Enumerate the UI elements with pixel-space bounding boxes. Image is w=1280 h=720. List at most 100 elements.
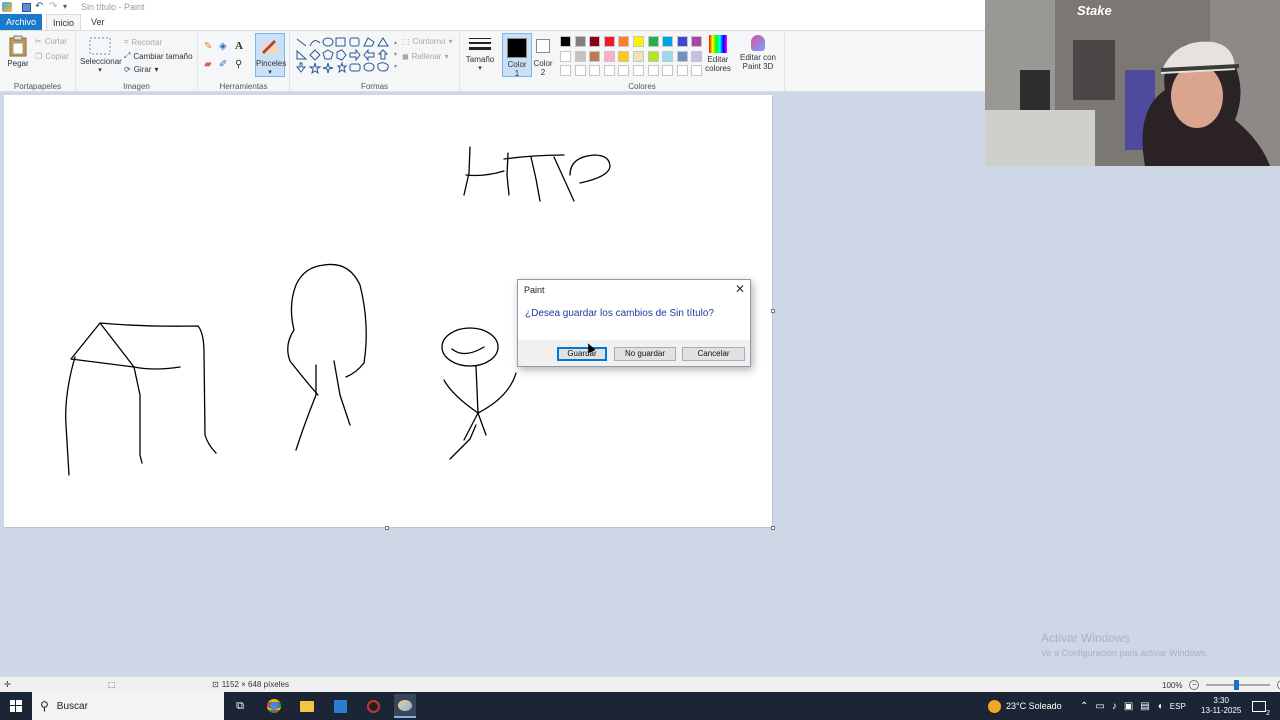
palette-swatch[interactable]	[633, 36, 644, 47]
dialog-close-icon[interactable]: ✕	[735, 282, 745, 296]
cut-button[interactable]: ✂ Cortar	[35, 37, 67, 46]
paste-button[interactable]: Pegar	[4, 35, 32, 68]
resize-button[interactable]: ⤢ Cambiar tamaño	[124, 51, 193, 61]
eraser-icon[interactable]: ▰	[204, 59, 212, 70]
palette-swatch[interactable]	[589, 36, 601, 47]
task-view-icon[interactable]: ⧉	[230, 696, 250, 716]
magnifier-icon[interactable]: ⚲	[235, 59, 242, 70]
taskbar-search[interactable]: ⚲ Buscar	[32, 692, 224, 720]
fill-button[interactable]: ◼ Rellenar ▾	[402, 52, 448, 61]
start-button[interactable]	[6, 696, 26, 716]
clock[interactable]: 3:30 13-11-2025	[1201, 692, 1241, 720]
paint3d-button[interactable]: Editar con Paint 3D	[738, 35, 778, 71]
tab-file[interactable]: Archivo	[0, 14, 43, 30]
shapes-gallery[interactable]	[294, 37, 394, 77]
palette-swatch[interactable]	[633, 65, 644, 76]
palette-swatch[interactable]	[589, 50, 601, 62]
cancel-button[interactable]: Cancelar	[682, 347, 745, 361]
crop-button[interactable]: ⌗ Recortar	[124, 37, 162, 47]
palette-swatch[interactable]	[691, 36, 703, 47]
palette-swatch[interactable]	[618, 65, 630, 76]
customize-quick-access-icon[interactable]: ▾	[63, 2, 73, 12]
text-icon[interactable]: A	[235, 40, 243, 52]
battery-icon[interactable]: ▭	[1095, 701, 1104, 712]
color-picker-icon[interactable]: ✐	[219, 59, 227, 70]
outline-button[interactable]: ⬚ Contorno ▾	[402, 37, 453, 46]
notification-center[interactable]: 2	[1252, 692, 1270, 720]
redo-icon[interactable]: ↷	[49, 2, 59, 12]
palette-swatch[interactable]	[618, 36, 630, 47]
pencil-icon[interactable]: ✎	[204, 41, 212, 52]
palette-swatch[interactable]	[647, 65, 659, 76]
select-button[interactable]: Seleccionar ▾	[80, 37, 122, 74]
palette-swatch[interactable]	[676, 50, 688, 62]
palette-swatch[interactable]	[691, 65, 703, 76]
size-button[interactable]: Tamaño ▾	[464, 37, 496, 72]
rotate-button[interactable]: ⟳ Girar ▾	[124, 65, 159, 74]
palette-swatch[interactable]	[633, 50, 644, 62]
volume-icon[interactable]: ◖	[1157, 701, 1163, 712]
palette-swatch[interactable]	[662, 65, 674, 76]
obs-icon[interactable]	[363, 696, 383, 716]
colors-group: Color 1 Color 2 Editar colores Editar co…	[500, 31, 785, 92]
undo-icon[interactable]: ↶	[35, 2, 45, 12]
color1-button[interactable]: Color 1	[502, 33, 532, 78]
fill-dropdown-icon: ▾	[444, 52, 449, 61]
palette-swatch[interactable]	[603, 50, 615, 62]
image-group: Seleccionar ▾ ⌗ Recortar ⤢ Cambiar tamaño …	[76, 31, 198, 92]
weather-widget[interactable]: 23°C Soleado	[988, 692, 1062, 720]
dialog-title: Paint	[524, 285, 545, 295]
copy-button[interactable]: ❐ Copiar	[35, 52, 69, 61]
palette-swatch[interactable]	[589, 65, 601, 76]
palette-swatch[interactable]	[647, 50, 659, 62]
zoom-slider-thumb[interactable]	[1234, 680, 1240, 690]
shapes-scroll[interactable]: ▴ ▾ ▾	[394, 37, 397, 73]
screen-icon[interactable]: ▣	[1124, 701, 1133, 712]
brushes-dropdown-icon: ▾	[268, 69, 272, 76]
palette-swatch[interactable]	[676, 36, 688, 47]
activate-windows-watermark: Activar Windows Ve a Configuración para …	[1041, 631, 1208, 658]
size-group: Tamaño ▾	[460, 31, 500, 92]
palette-swatch[interactable]	[574, 65, 586, 76]
palette-swatch[interactable]	[676, 65, 688, 76]
select-dropdown-icon: ▾	[98, 67, 102, 74]
save-icon[interactable]	[22, 2, 31, 12]
canvas-resize-handle-corner[interactable]	[771, 526, 775, 530]
microphone-icon[interactable]: ♪	[1112, 701, 1117, 712]
fill-icon[interactable]: ◈	[219, 41, 227, 52]
edit-colors-button[interactable]: Editar colores	[704, 35, 732, 73]
network-icon[interactable]: ▤	[1140, 701, 1149, 712]
palette-swatch[interactable]	[618, 50, 630, 62]
language-indicator[interactable]: ESP	[1170, 702, 1186, 711]
canvas-resize-handle-bottom[interactable]	[385, 526, 389, 530]
workspace	[0, 92, 1280, 676]
paint-taskbar-icon[interactable]	[394, 694, 416, 718]
palette-swatch[interactable]	[574, 36, 586, 47]
palette-swatch[interactable]	[603, 65, 615, 76]
chrome-icon[interactable]	[264, 696, 284, 716]
palette-swatch[interactable]	[662, 50, 674, 62]
brushes-button[interactable]: Pinceles ▾	[255, 33, 286, 77]
brush-icon	[261, 39, 279, 55]
sun-icon	[988, 699, 1001, 713]
palette-swatch[interactable]	[691, 50, 703, 62]
zoom-out-button[interactable]: −	[1189, 680, 1200, 690]
palette-swatch[interactable]	[662, 36, 674, 47]
store-icon[interactable]	[330, 696, 350, 716]
color2-button[interactable]: Color 2	[533, 33, 553, 77]
tab-home[interactable]: Inicio	[46, 14, 82, 30]
canvas-resize-handle-right[interactable]	[771, 309, 775, 313]
zoom-slider[interactable]	[1206, 680, 1271, 690]
chevron-up-icon[interactable]: ⌃	[1080, 701, 1088, 712]
palette-swatch[interactable]	[574, 50, 586, 62]
palette-swatch[interactable]	[560, 50, 571, 62]
palette-swatch[interactable]	[647, 36, 659, 47]
palette-swatch[interactable]	[603, 36, 615, 47]
dont-save-button[interactable]: No guardar	[614, 347, 676, 361]
zoom-level: 100%	[1162, 680, 1183, 690]
palette-swatch[interactable]	[560, 36, 571, 47]
tab-view[interactable]: Ver	[85, 14, 111, 30]
palette-swatch[interactable]	[560, 65, 571, 76]
save-button[interactable]: Guardar	[557, 347, 607, 361]
file-explorer-icon[interactable]	[297, 696, 317, 716]
